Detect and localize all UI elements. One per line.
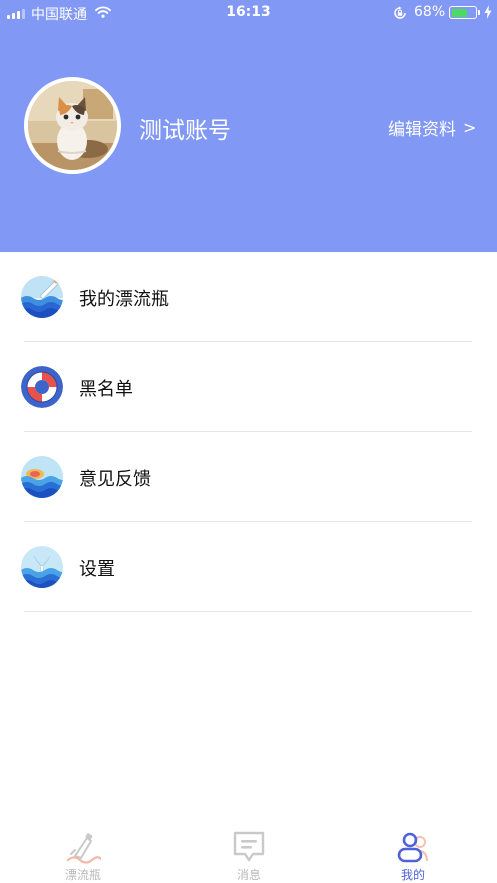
menu-item-blacklist[interactable]: 黑名单 [0, 342, 497, 432]
menu-item-label: 意见反馈 [79, 469, 151, 490]
menu-item-my-bottles[interactable]: 我的漂流瓶 [0, 252, 497, 342]
tab-label: 漂流瓶 [64, 868, 101, 882]
bottle-waves-icon [21, 276, 63, 318]
kitten-avatar-image [28, 81, 117, 170]
username: 测试账号 [139, 118, 231, 144]
menu-item-feedback[interactable]: 意见反馈 [0, 432, 497, 522]
edit-profile-label: 编辑资料 [388, 120, 456, 140]
menu-item-label: 黑名单 [79, 379, 133, 400]
tab-drift-bottle[interactable]: 漂流瓶 [23, 818, 143, 883]
status-bar: 中国联通 16:13 68% [0, 0, 497, 26]
chevron-right-icon: > [463, 118, 477, 137]
tab-label: 我的 [400, 868, 425, 882]
profile-menu: 我的漂流瓶 黑名单 意见反馈 设置 [0, 252, 497, 612]
profile-header: 中国联通 16:13 68% 测试账号 编辑资料 > [0, 0, 497, 252]
menu-item-settings[interactable]: 设置 [0, 522, 497, 612]
charging-bolt-icon [484, 5, 492, 19]
tab-label: 消息 [236, 868, 261, 882]
menu-item-label: 设置 [79, 559, 115, 580]
menu-item-label: 我的漂流瓶 [79, 289, 169, 310]
rotation-lock-icon [394, 6, 406, 19]
tab-messages[interactable]: 消息 [189, 818, 309, 883]
battery-percentage: 68% [414, 4, 446, 20]
user-tab-icon [397, 832, 429, 863]
battery-icon [449, 6, 477, 19]
tab-me[interactable]: 我的 [353, 818, 473, 883]
edit-profile-link[interactable]: 编辑资料 > [388, 115, 476, 140]
divider [24, 611, 472, 612]
battery-cap [478, 10, 480, 15]
lifebuoy-icon [21, 366, 63, 408]
avatar[interactable] [24, 77, 121, 174]
message-tab-icon [233, 831, 265, 862]
sunset-sea-icon [21, 456, 63, 498]
whale-tail-icon [21, 546, 63, 588]
tab-bar: 漂流瓶 消息 我的 [0, 818, 497, 883]
bottle-tab-icon [66, 833, 101, 864]
